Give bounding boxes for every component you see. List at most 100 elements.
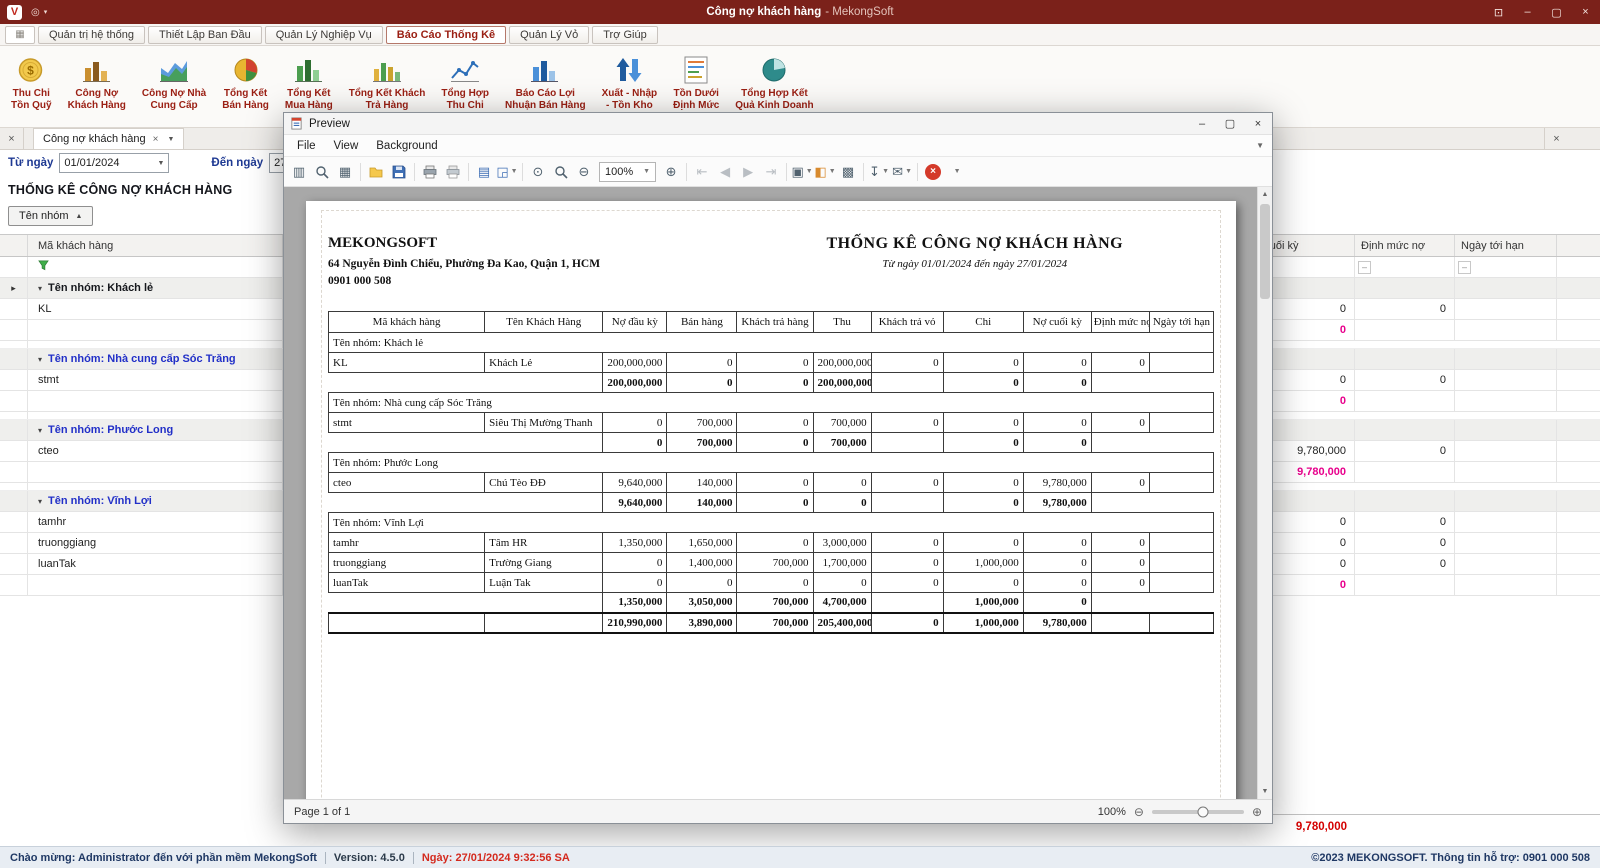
customer-code-cell[interactable]: tamhr — [28, 512, 283, 532]
customer-code-cell[interactable] — [28, 462, 283, 482]
save-button[interactable] — [388, 161, 410, 183]
document-map-button[interactable]: ▥ — [288, 161, 310, 183]
grid-cell-dinh_muc[interactable]: 0 — [1355, 533, 1455, 553]
right-grid-row-data[interactable]: 00 — [1240, 512, 1600, 533]
ribbon-style-icon[interactable]: ⊡ — [1484, 0, 1513, 24]
tab-cong-no-khach-hang-document[interactable]: Công nợ khách hàng × ▼ — [33, 128, 184, 149]
export-button[interactable]: ↧▼ — [868, 161, 890, 183]
grid-cell-dinh_muc[interactable]: 0 — [1355, 370, 1455, 390]
tab-bao-cao-thong-ke[interactable]: Báo Cáo Thống Kê — [386, 26, 506, 44]
customer-code-cell[interactable]: cteo — [28, 441, 283, 461]
grid-cell-ngay[interactable] — [1455, 320, 1557, 340]
customer-code-cell[interactable] — [28, 257, 283, 277]
zoom-select[interactable]: 100% ▼ — [599, 162, 656, 182]
collapse-caret-icon[interactable]: ▾ — [38, 284, 42, 293]
customer-code-cell[interactable]: truonggiang — [28, 533, 283, 553]
right-grid-row-group[interactable] — [1240, 420, 1600, 441]
from-date-caret-icon[interactable]: ▼ — [157, 160, 164, 167]
scrollbar-thumb[interactable] — [1260, 204, 1270, 299]
toolbar-item-tong-ket-ban-hang[interactable]: Tổng Kết Bán Hàng — [215, 49, 276, 124]
right-grid-row-sub[interactable]: 0 — [1240, 391, 1600, 412]
customer-code-cell[interactable]: stmt — [28, 370, 283, 390]
grid-cell-dinh_muc[interactable] — [1355, 391, 1455, 411]
tab-dropdown-caret-icon[interactable]: ▼ — [167, 136, 174, 143]
ribbon-menu-icon[interactable]: ▦ — [5, 26, 35, 44]
zoom-in-button[interactable]: ⊕ — [660, 161, 682, 183]
page-setup-button[interactable]: ▤ — [473, 161, 495, 183]
collapse-caret-icon[interactable]: ▾ — [38, 497, 42, 506]
tab-quan-ly-vo[interactable]: Quản Lý Vỏ — [509, 26, 589, 44]
multi-page-button[interactable]: ▣▼ — [791, 161, 813, 183]
customer-code-cell[interactable]: ▾Tên nhóm: Khách lẻ — [28, 278, 283, 298]
maximize-button[interactable]: ▢ — [1542, 0, 1571, 24]
grid-cell-dinh_muc[interactable]: 0 — [1355, 512, 1455, 532]
open-button[interactable] — [365, 161, 387, 183]
right-grid-row-data[interactable]: 00 — [1240, 533, 1600, 554]
col-header-ma-khach-hang[interactable]: Mã khách hàng — [28, 235, 283, 256]
left-grid-row-sub[interactable] — [0, 462, 283, 483]
left-grid-row-data[interactable]: cteo — [0, 441, 283, 462]
left-grid-row-filter[interactable] — [0, 257, 283, 278]
grid-cell-ngay[interactable] — [1455, 554, 1557, 574]
left-grid-row-sub[interactable] — [0, 575, 283, 596]
next-page-button[interactable]: ▶ — [737, 161, 759, 183]
grid-cell-dinh_muc[interactable] — [1355, 278, 1455, 298]
tab-close-icon[interactable]: × — [153, 134, 159, 145]
preview-maximize-button[interactable]: ▢ — [1216, 113, 1244, 135]
tab-quan-tri-he-thong[interactable]: Quản trị hệ thống — [38, 26, 145, 44]
scale-button[interactable]: ◲▼ — [496, 161, 518, 183]
preview-titlebar[interactable]: Preview – ▢ × — [284, 113, 1272, 135]
customer-code-cell[interactable]: ▾Tên nhóm: Phước Long — [28, 420, 283, 440]
customer-code-cell[interactable] — [28, 320, 283, 340]
left-grid-row-sub[interactable] — [0, 320, 283, 341]
right-grid-row-data[interactable]: 00 — [1240, 554, 1600, 575]
left-grid-row-data[interactable]: truonggiang — [0, 533, 283, 554]
page-color-button[interactable]: ◧▼ — [814, 161, 836, 183]
app-logo-icon[interactable]: V — [7, 5, 22, 20]
left-grid-row-group[interactable]: ▾Tên nhóm: Vĩnh Lợi — [0, 491, 283, 512]
prev-page-button[interactable]: ◀ — [714, 161, 736, 183]
scroll-up-icon[interactable]: ▲ — [1258, 187, 1272, 202]
customer-code-cell[interactable]: ▾Tên nhóm: Vĩnh Lợi — [28, 491, 283, 511]
left-grid-row-group[interactable]: ▾Tên nhóm: Phước Long — [0, 420, 283, 441]
right-grid-row-data[interactable]: 9,780,0000 — [1240, 441, 1600, 462]
right-grid-row-filter[interactable]: ––– — [1240, 257, 1600, 278]
grid-cell-ngay[interactable] — [1455, 370, 1557, 390]
grid-cell-dinh_muc[interactable] — [1355, 349, 1455, 369]
grid-cell-ngay[interactable] — [1455, 575, 1557, 595]
right-grid-row-group[interactable] — [1240, 491, 1600, 512]
grid-cell-ngay[interactable] — [1455, 299, 1557, 319]
zoom-slider[interactable] — [1152, 810, 1244, 814]
grid-cell-ngay[interactable] — [1455, 420, 1557, 440]
close-button[interactable]: × — [1571, 0, 1600, 24]
grid-cell-dinh_muc[interactable]: 0 — [1355, 299, 1455, 319]
preview-document-area[interactable]: MEKONGSOFT 64 Nguyễn Đình Chiểu, Phường … — [284, 187, 1272, 799]
exit-preview-button[interactable]: × — [922, 161, 944, 183]
left-grid-row-sub[interactable] — [0, 391, 283, 412]
left-grid-row-data[interactable]: tamhr — [0, 512, 283, 533]
left-grid-row-data[interactable]: KL — [0, 299, 283, 320]
hand-tool-button[interactable]: ⊙ — [527, 161, 549, 183]
left-grid-row-group[interactable]: ▸▾Tên nhóm: Khách lẻ — [0, 278, 283, 299]
minimize-button[interactable]: – — [1513, 0, 1542, 24]
grid-cell-dinh_muc[interactable] — [1355, 491, 1455, 511]
close-tab-right-button[interactable]: × — [1544, 128, 1568, 149]
right-grid-row-group[interactable] — [1240, 349, 1600, 370]
tab-quan-ly-nghiep-vu[interactable]: Quản Lý Nghiệp Vụ — [265, 26, 383, 44]
first-page-button[interactable]: ⇤ — [691, 161, 713, 183]
magnifier-button[interactable] — [550, 161, 572, 183]
grid-cell-ngay[interactable] — [1455, 278, 1557, 298]
preview-close-button[interactable]: × — [1244, 113, 1272, 135]
quick-print-button[interactable] — [442, 161, 464, 183]
grid-cell-dinh_muc[interactable] — [1355, 320, 1455, 340]
filter-operator-icon[interactable]: – — [1358, 261, 1371, 274]
grid-cell-ngay[interactable] — [1455, 512, 1557, 532]
menu-background[interactable]: Background — [367, 140, 446, 152]
preview-scrollbar[interactable]: ▲ ▼ — [1257, 187, 1272, 799]
customer-code-cell[interactable] — [28, 391, 283, 411]
group-by-chip[interactable]: Tên nhóm ▲ — [8, 206, 93, 226]
filter-operator-icon[interactable]: – — [1458, 261, 1471, 274]
grid-cell-dinh_muc[interactable] — [1355, 462, 1455, 482]
watermark-button[interactable]: ▩ — [837, 161, 859, 183]
tab-tro-giup[interactable]: Trợ Giúp — [592, 26, 657, 44]
